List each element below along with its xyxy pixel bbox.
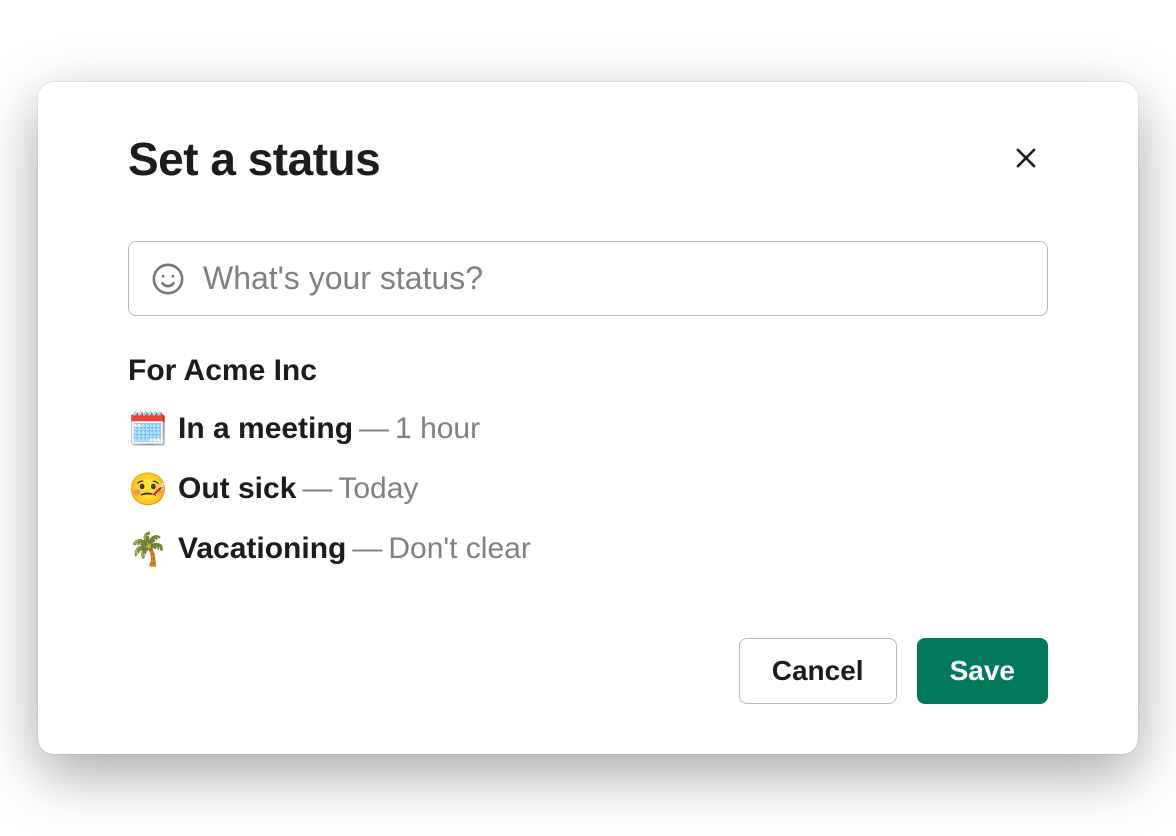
palm-tree-icon: 🌴 (128, 530, 178, 568)
modal-title: Set a status (128, 132, 380, 186)
workspace-label: For Acme Inc (128, 354, 1048, 388)
preset-duration: Don't clear (388, 532, 530, 566)
modal-header: Set a status (128, 132, 1048, 186)
preset-separator: — (352, 532, 382, 566)
preset-separator: — (359, 412, 389, 446)
smiley-icon[interactable] (151, 262, 185, 296)
sick-face-icon: 🤒 (128, 470, 178, 508)
close-icon (1012, 144, 1040, 175)
calendar-icon: 🗓️ (128, 410, 178, 448)
preset-out-sick[interactable]: 🤒 Out sick — Today (128, 470, 1048, 508)
preset-in-a-meeting[interactable]: 🗓️ In a meeting — 1 hour (128, 410, 1048, 448)
cancel-button[interactable]: Cancel (739, 638, 897, 704)
preset-duration: 1 hour (395, 412, 480, 446)
set-status-modal: Set a status For Acme Inc 🗓️ In a me (38, 82, 1138, 754)
preset-duration: Today (338, 472, 418, 506)
preset-list: 🗓️ In a meeting — 1 hour 🤒 Out sick — To… (128, 410, 1048, 568)
close-button[interactable] (1004, 136, 1048, 183)
status-input-container[interactable] (128, 241, 1048, 316)
preset-vacationing[interactable]: 🌴 Vacationing — Don't clear (128, 530, 1048, 568)
modal-footer: Cancel Save (128, 638, 1048, 704)
preset-separator: — (302, 472, 332, 506)
preset-label: Out sick (178, 472, 296, 506)
save-button[interactable]: Save (917, 638, 1048, 704)
status-input[interactable] (203, 260, 1025, 297)
preset-label: Vacationing (178, 532, 346, 566)
preset-label: In a meeting (178, 412, 353, 446)
